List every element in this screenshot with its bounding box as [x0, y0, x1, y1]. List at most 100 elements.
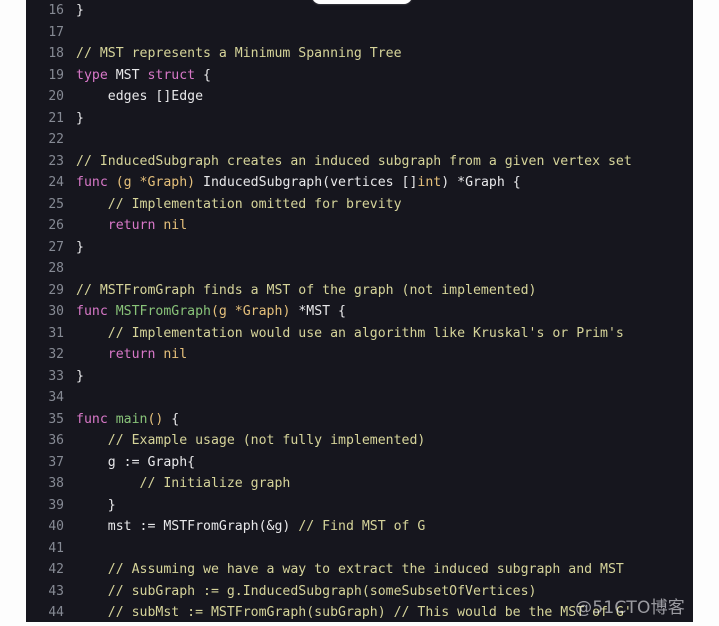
page-margin-left: [0, 0, 26, 626]
code-line[interactable]: 27}: [26, 237, 693, 259]
code-token: }: [76, 497, 116, 513]
code-token: InducedSubgraph(vertices []: [195, 175, 418, 190]
code-line-list[interactable]: 16} 17 18 // MST represents a Minimum Span…: [26, 0, 693, 622]
code-token: struct: [147, 67, 196, 83]
code-line[interactable]: 24 func (g *Graph) InducedSubgraph(vertic…: [26, 172, 693, 194]
code-token: // InducedSubgraph creates an induced su…: [76, 153, 632, 169]
code-line-number: 19: [48, 67, 64, 83]
code-line[interactable]: 18 // MST represents a Minimum Spanning T…: [26, 43, 693, 65]
code-line[interactable]: 31 // Implementation would use an algori…: [26, 323, 693, 345]
code-line-number: 32: [48, 347, 64, 362]
code-token: func: [76, 411, 116, 427]
code-line-content[interactable]: }: [64, 108, 84, 130]
code-line-content[interactable]: // Example usage (not fully implemented): [64, 430, 426, 452]
code-line-number: 20: [48, 89, 64, 104]
code-line-content[interactable]: [64, 387, 84, 409]
code-line-content[interactable]: edges []Edge: [64, 86, 203, 108]
code-line-number: 25: [48, 196, 64, 212]
code-line-content[interactable]: return nil: [64, 215, 187, 237]
code-line-content[interactable]: [64, 22, 84, 44]
code-line-number: 43: [48, 583, 64, 599]
code-line-number: 44: [48, 605, 64, 620]
code-line[interactable]: 37 g := Graph{: [26, 452, 693, 474]
code-line-number: 16: [48, 3, 64, 18]
code-line-number: 26: [48, 218, 64, 233]
code-token: MST: [115, 67, 148, 83]
code-line-content[interactable]: // subMst := MSTFromGraph(subGraph) // T…: [64, 602, 632, 622]
code-line-content[interactable]: return nil: [64, 344, 187, 366]
code-line[interactable]: 38 // Initialize graph: [26, 473, 693, 495]
code-line-content[interactable]: func MSTFromGraph(g *Graph) *MST {: [64, 301, 346, 323]
code-line-content[interactable]: // subGraph := g.InducedSubgraph(someSub…: [64, 581, 537, 603]
code-token: {: [195, 67, 211, 83]
code-line[interactable]: 29 // MSTFromGraph finds a MST of the gra…: [26, 280, 693, 302]
floating-pill-control[interactable]: [312, 0, 412, 4]
code-token: // Implementation would use an algorithm…: [76, 325, 624, 341]
code-line[interactable]: 42 // Assuming we have a way to extract …: [26, 559, 693, 581]
code-token: return: [107, 218, 164, 233]
code-token: main: [115, 411, 148, 427]
code-line-content[interactable]: [64, 129, 84, 151]
code-line[interactable]: 32 return nil: [26, 344, 693, 366]
code-line[interactable]: 19 type MST struct {: [26, 65, 693, 87]
code-line-number: 31: [48, 325, 64, 341]
code-token: // Find MST of G: [298, 519, 426, 534]
code-line-content[interactable]: mst := MSTFromGraph(&g) // Find MST of G: [64, 516, 426, 538]
code-line-content[interactable]: }: [64, 495, 116, 517]
code-line-content[interactable]: }: [64, 0, 84, 22]
code-token: *MST {: [290, 304, 346, 319]
code-token: (g *Graph): [115, 175, 196, 190]
code-line[interactable]: 33}: [26, 366, 693, 388]
code-line[interactable]: 23 // InducedSubgraph creates an induced …: [26, 151, 693, 173]
code-token: // subMst := MSTFromGraph(subGraph) // T…: [76, 605, 632, 620]
code-line[interactable]: 20 edges []Edge: [26, 86, 693, 108]
code-line-content[interactable]: // Assuming we have a way to extract the…: [64, 559, 624, 581]
code-line-content[interactable]: // Initialize graph: [64, 473, 291, 495]
code-token: (g *Graph): [210, 304, 291, 319]
code-line-content[interactable]: func main() {: [64, 409, 179, 431]
code-line[interactable]: 39 }: [26, 495, 693, 517]
code-line-number: 18: [48, 46, 64, 61]
code-line-content[interactable]: }: [64, 366, 84, 388]
code-line-content[interactable]: g := Graph{: [64, 452, 195, 474]
code-line[interactable]: 26 return nil: [26, 215, 693, 237]
code-line-content[interactable]: [64, 258, 84, 280]
code-line-content[interactable]: // MST represents a Minimum Spanning Tre…: [64, 43, 402, 65]
code-line-content[interactable]: // MSTFromGraph finds a MST of the graph…: [64, 280, 537, 302]
code-line-number: 23: [48, 153, 64, 169]
code-line[interactable]: 35 func main() {: [26, 409, 693, 431]
code-token: }: [76, 110, 84, 126]
code-token: func: [76, 304, 116, 319]
code-line[interactable]: 25 // Implementation omitted for brevity: [26, 194, 693, 216]
code-line-number: 22: [48, 132, 64, 147]
code-line-number: 30: [48, 304, 64, 319]
code-line[interactable]: 40 mst := MSTFromGraph(&g) // Find MST o…: [26, 516, 693, 538]
code-line[interactable]: 41: [26, 538, 693, 560]
code-line-number: 24: [48, 175, 64, 190]
code-line-number: 34: [48, 390, 64, 405]
page-margin-bottom: [0, 622, 719, 626]
code-line[interactable]: 21}: [26, 108, 693, 130]
code-token: nil: [163, 218, 188, 233]
code-line-content[interactable]: func (g *Graph) InducedSubgraph(vertices…: [64, 172, 521, 194]
code-screenshot-page: 16} 17 18 // MST represents a Minimum Span…: [0, 0, 719, 626]
code-token: // Example usage (not fully implemented): [76, 433, 426, 448]
code-line-number: 35: [48, 411, 64, 427]
code-editor-surface[interactable]: 16} 17 18 // MST represents a Minimum Span…: [26, 0, 693, 622]
code-line-content[interactable]: type MST struct {: [64, 65, 211, 87]
code-line[interactable]: 22: [26, 129, 693, 151]
code-token: int: [417, 175, 442, 190]
code-token: (): [147, 411, 164, 427]
code-line-content[interactable]: // InducedSubgraph creates an induced su…: [64, 151, 632, 173]
code-line[interactable]: 36 // Example usage (not fully implement…: [26, 430, 693, 452]
code-line-content[interactable]: }: [64, 237, 84, 259]
code-line-content[interactable]: // Implementation would use an algorithm…: [64, 323, 624, 345]
code-line-content[interactable]: [64, 538, 84, 560]
code-line[interactable]: 28: [26, 258, 693, 280]
code-line[interactable]: 34: [26, 387, 693, 409]
code-line[interactable]: 30 func MSTFromGraph(g *Graph) *MST {: [26, 301, 693, 323]
code-token: return: [107, 347, 164, 362]
code-line[interactable]: 17: [26, 22, 693, 44]
code-line-content[interactable]: // Implementation omitted for brevity: [64, 194, 402, 216]
